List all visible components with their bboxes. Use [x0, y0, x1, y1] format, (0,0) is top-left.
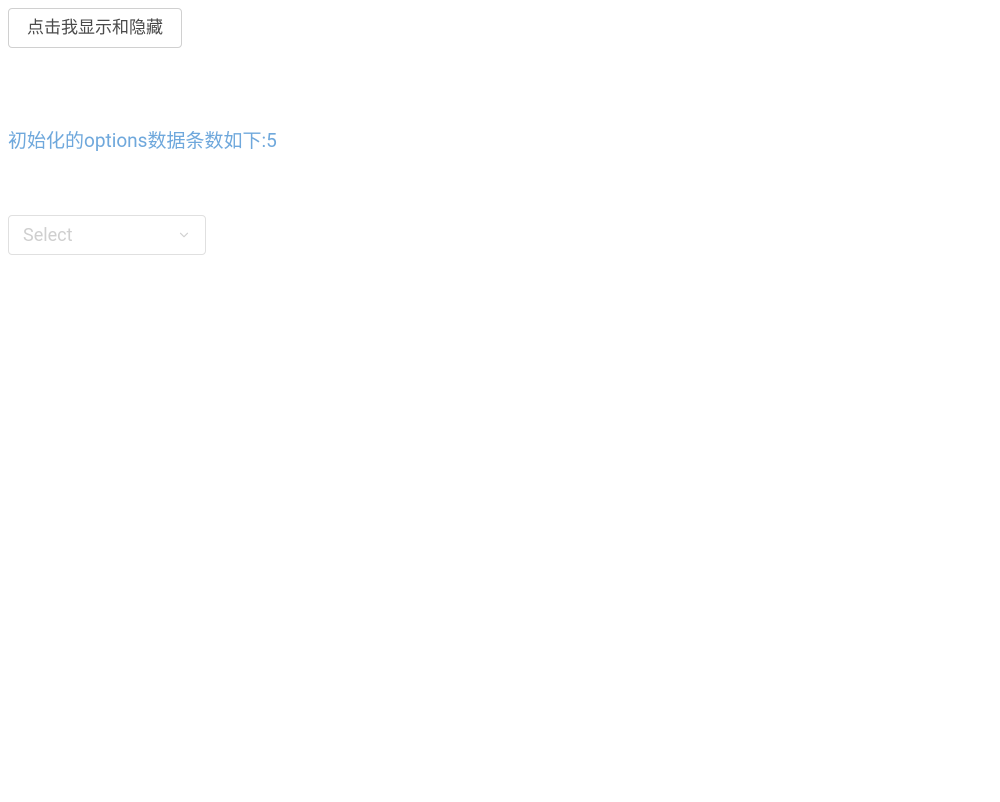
chevron-down-icon: [177, 228, 191, 242]
select-placeholder: Select: [23, 225, 72, 246]
toggle-show-hide-button[interactable]: 点击我显示和隐藏: [8, 8, 182, 48]
select-wrapper: Select: [8, 215, 206, 255]
options-count-status: 初始化的options数据条数如下:5: [8, 126, 992, 153]
select-dropdown[interactable]: Select: [8, 215, 206, 255]
